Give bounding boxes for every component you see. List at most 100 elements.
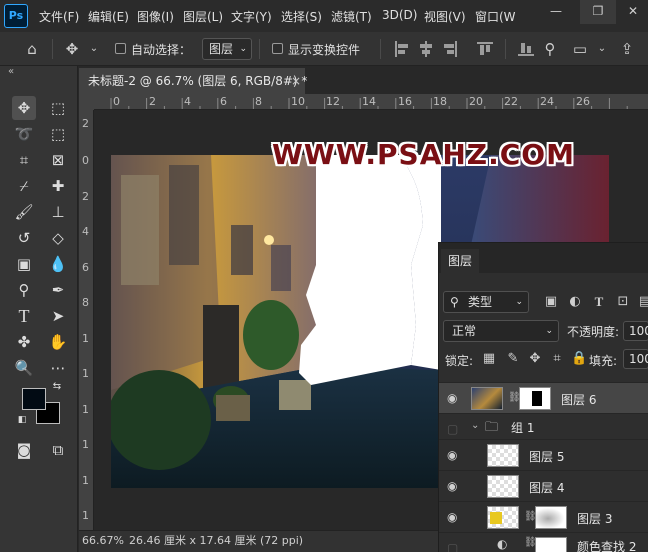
filter-smart-object-icon[interactable]: ▤ [637,294,648,310]
search-icon[interactable]: ⚲ [540,39,560,59]
close-tab-icon[interactable]: × [291,68,301,94]
zoom-tool-icon[interactable]: 🔍 [12,356,36,380]
layer-row[interactable]: ◉ ⛓ 图层 3 [439,501,648,532]
marquee-tool-icon[interactable]: ⬚ [46,96,70,120]
quick-mask-icon[interactable]: ◙ [12,438,36,462]
layer-name[interactable]: 图层 5 [529,448,564,465]
move-tool-icon[interactable]: ✥ [12,96,36,120]
layer-filter-dropdown[interactable]: ⚲ 类型 ⌄ [443,291,529,313]
layer-name[interactable]: 图层 6 [561,391,596,408]
menu-filter[interactable]: 滤镜(T) [331,8,372,24]
minimize-icon[interactable]: — [538,0,574,24]
horizontal-ruler[interactable]: 0 2 4 6 8 10 12 14 16 18 20 22 24 26 [94,94,648,110]
lock-artboard-icon[interactable]: ⌗ [549,351,565,367]
foreground-color-swatch[interactable] [22,388,46,410]
visibility-toggle[interactable]: ▢ [447,423,461,435]
document-tab[interactable]: 未标题-2 @ 66.7% (图层 6, RGB/8#) * × [79,68,307,94]
menu-layer[interactable]: 图层(L) [183,8,223,24]
menu-edit[interactable]: 编辑(E) [88,8,129,24]
link-icon[interactable]: ⛓ [524,511,537,523]
link-icon[interactable]: ⛓ [508,392,521,404]
lasso-tool-icon[interactable]: ➰ [12,122,36,146]
custom-shape-tool-icon[interactable]: ✤ [12,330,36,354]
dodge-tool-icon[interactable]: ⚲ [12,278,36,302]
zoom-level[interactable]: 66.67% [82,531,124,551]
chevron-down-icon[interactable]: ⌄ [84,39,104,59]
layer-name[interactable]: 颜色查找 2 [577,538,636,552]
layer-row[interactable]: ◉ 图层 4 [439,470,648,501]
swap-colors-icon[interactable]: ⇆ [50,380,64,394]
align-top-icon[interactable] [477,41,493,57]
layer-group-row[interactable]: ▢ ⌄ 🗀 组 1 [439,413,648,439]
eye-icon[interactable]: ◉ [447,480,461,492]
layer-mask-thumbnail[interactable] [535,537,567,552]
eye-icon[interactable]: ◉ [447,449,461,461]
menu-file[interactable]: 文件(F) [39,8,79,24]
layer-row[interactable]: ◉ 图层 5 [439,439,648,470]
layer-name[interactable]: 图层 3 [577,510,612,527]
workspace-icon[interactable]: ▭ [570,39,590,59]
menu-image[interactable]: 图像(I) [137,8,174,24]
frame-tool-icon[interactable]: ⊠ [46,148,70,172]
align-left-icon[interactable] [394,41,410,57]
layer-row[interactable]: ▢ ◐ ⛓ 颜色查找 2 [439,532,648,552]
chevron-down-icon[interactable]: ⌄ [471,420,479,431]
lock-all-icon[interactable]: 🔒 [571,351,587,367]
maximize-icon[interactable]: ❐ [580,0,616,24]
eyedropper-tool-icon[interactable]: ⌿ [12,174,36,198]
lock-pixels-icon[interactable]: ✎ [505,351,521,367]
path-select-tool-icon[interactable]: ➤ [46,304,70,328]
filter-type-icon[interactable]: T [591,294,607,310]
show-transform-checkbox[interactable] [272,43,283,54]
visibility-toggle[interactable]: ▢ [447,542,461,552]
filter-pixel-icon[interactable]: ▣ [543,294,559,310]
auto-select-target-dropdown[interactable]: 图层 ⌄ [202,38,252,60]
align-bottom-icon[interactable] [518,41,534,57]
align-center-icon[interactable] [418,41,434,57]
vertical-ruler[interactable]: 2 0 2 4 6 8 1 1 1 1 1 1 [79,110,94,530]
stamp-tool-icon[interactable]: ⊥ [46,200,70,224]
move-tool-icon[interactable]: ✥ [62,39,82,59]
group-name[interactable]: 组 1 [511,419,534,436]
auto-select-checkbox[interactable] [115,43,126,54]
menu-select[interactable]: 选择(S) [281,8,322,24]
align-right-icon[interactable] [442,41,458,57]
hand-tool-icon[interactable]: ✋ [46,330,70,354]
blur-tool-icon[interactable]: 💧 [46,252,70,276]
eraser-tool-icon[interactable]: ◇ [46,226,70,250]
collapse-toolbar-icon[interactable]: « [8,66,14,77]
home-icon[interactable]: ⌂ [22,39,42,59]
menu-3d[interactable]: 3D(D) [382,8,417,24]
default-colors-icon[interactable]: ◧ [16,414,28,426]
eye-icon[interactable]: ◉ [447,392,461,404]
history-brush-tool-icon[interactable]: ↺ [12,226,36,250]
lock-transparent-icon[interactable]: ▦ [481,351,497,367]
crop-tool-icon[interactable]: ⌗ [12,148,36,172]
menu-type[interactable]: 文字(Y) [231,8,272,24]
brush-tool-icon[interactable]: 🖌 [12,200,36,224]
fill-input[interactable]: 100% [623,349,648,369]
healing-brush-tool-icon[interactable]: ✚ [46,174,70,198]
tab-layers[interactable]: 图层 [441,249,479,273]
opacity-input[interactable]: 100% [623,321,648,341]
more-tools-icon[interactable]: ⋯ [46,356,70,380]
layer-row[interactable]: ◉ ⛓ 图层 6 [439,382,648,413]
chevron-down-icon[interactable]: ⌄ [592,39,612,59]
layer-name[interactable]: 图层 4 [529,479,564,496]
layer-mask-thumbnail[interactable] [519,387,551,410]
layer-mask-thumbnail[interactable] [535,506,567,529]
filter-adjustment-icon[interactable]: ◐ [567,294,583,310]
pen-tool-icon[interactable]: ✒ [46,278,70,302]
share-icon[interactable]: ⇪ [617,39,637,59]
close-window-icon[interactable]: ✕ [618,0,648,24]
blend-mode-dropdown[interactable]: 正常 ⌄ [443,320,559,342]
eye-icon[interactable]: ◉ [447,511,461,523]
lock-position-icon[interactable]: ✥ [527,351,543,367]
quick-select-tool-icon[interactable]: ⬚ [46,122,70,146]
screen-mode-icon[interactable]: ⧉ [46,438,70,462]
filter-shape-icon[interactable]: ⊡ [615,294,631,310]
type-tool-icon[interactable]: T [12,304,36,328]
menu-view[interactable]: 视图(V) [424,8,466,24]
gradient-tool-icon[interactable]: ▣ [12,252,36,276]
menu-window[interactable]: 窗口(W [475,8,516,24]
